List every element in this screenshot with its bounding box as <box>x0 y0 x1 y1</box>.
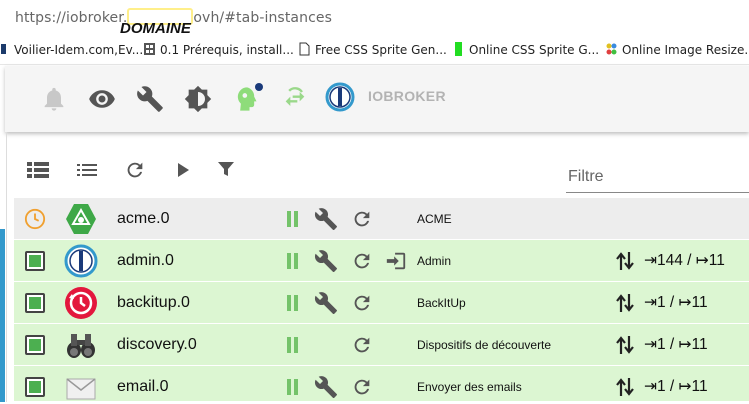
url-prefix: https://iobroker. <box>15 10 128 26</box>
events-arrows-icon <box>616 336 634 354</box>
bookmark-label: Free CSS Sprite Gen... <box>315 43 447 57</box>
bookmark-label: 0.1 Prérequis, install... <box>160 43 294 57</box>
backitup-adapter-icon <box>65 287 97 319</box>
pause-button[interactable] <box>286 211 299 227</box>
instance-name: acme.0 <box>117 210 170 227</box>
bookmark-online-css-sprite[interactable]: Online CSS Sprite G... <box>453 42 599 57</box>
events-arrows-icon <box>616 252 634 270</box>
compact-list-icon[interactable] <box>77 160 97 180</box>
events-arrows-icon <box>616 294 634 312</box>
instance-row-backitup[interactable]: backitup.0 BackItUp ⇥1 / ↦11 <box>14 282 749 324</box>
instance-status-checkbox[interactable] <box>25 251 45 271</box>
pause-button[interactable] <box>286 295 299 311</box>
restart-icon[interactable] <box>351 208 373 230</box>
bookmark-free-css-sprite[interactable]: Free CSS Sprite Gen... <box>299 42 447 57</box>
globe-icon <box>1 44 6 54</box>
settings-wrench-icon[interactable] <box>314 291 338 315</box>
instance-events: ⇥1 / ↦11 <box>644 378 708 395</box>
swap-icon[interactable] <box>281 85 309 113</box>
eye-icon[interactable] <box>88 85 116 113</box>
play-icon[interactable] <box>173 160 193 180</box>
restart-icon[interactable] <box>351 376 373 398</box>
url-suffix: ovh/#tab-instances <box>193 10 332 26</box>
instance-status-checkbox[interactable] <box>25 377 45 397</box>
app-toolbar: IOBROKER <box>5 66 749 132</box>
bookmark-label: Voilier-Idem.com,Ev... <box>14 43 144 57</box>
instance-title: BackItUp <box>417 296 466 310</box>
sidebar-divider <box>6 132 7 402</box>
clock-icon[interactable] <box>24 208 46 230</box>
restart-icon[interactable] <box>351 334 373 356</box>
pause-button[interactable] <box>286 253 299 269</box>
instance-name: discovery.0 <box>117 336 197 353</box>
instance-row-admin[interactable]: admin.0 Admin ⇥144 / ↦11 <box>14 240 749 282</box>
settings-wrench-icon[interactable] <box>314 249 338 273</box>
instance-name: backitup.0 <box>117 294 190 311</box>
green-bar-icon <box>455 42 462 56</box>
filter-icon[interactable] <box>216 159 236 179</box>
filter-input[interactable]: Filtre <box>568 168 604 186</box>
notification-dot <box>255 83 263 91</box>
admin-adapter-icon <box>64 244 98 278</box>
address-bar[interactable]: https://iobroker. ovh/#tab-instances DOMA… <box>0 0 749 37</box>
bell-icon[interactable] <box>40 85 68 113</box>
instance-events: ⇥1 / ↦11 <box>644 294 708 311</box>
settings-wrench-icon[interactable] <box>314 375 338 399</box>
bookmark-label: Online CSS Sprite G... <box>469 43 600 57</box>
instance-title: ACME <box>417 212 452 226</box>
instance-status-checkbox[interactable] <box>25 293 45 313</box>
instance-name: email.0 <box>117 378 169 395</box>
document-icon <box>299 42 310 56</box>
wrench-icon[interactable] <box>136 85 164 113</box>
bookmarks-bar: Voilier-Idem.com,Ev... 0.1 Prérequis, in… <box>0 34 749 65</box>
instance-row-acme[interactable]: acme.0 ACME <box>14 198 749 240</box>
bookmark-label: Online Image Resize... <box>622 43 749 57</box>
instance-title: Admin <box>417 254 452 268</box>
bookmark-prerequis[interactable]: 0.1 Prérequis, install... <box>144 42 294 57</box>
bookmark-image-resizer[interactable]: Online Image Resize... <box>606 42 749 57</box>
binoculars-icon <box>67 334 95 358</box>
instance-row-email[interactable]: email.0 Envoyer des emails ⇥1 / ↦11 <box>14 366 749 402</box>
instance-row-discovery[interactable]: discovery.0 Dispositifs de découverte ⇥1… <box>14 324 749 366</box>
envelope-icon <box>66 378 96 400</box>
instance-name: admin.0 <box>117 252 174 269</box>
instance-title: Dispositifs de découverte <box>417 338 552 352</box>
instance-title: Envoyer des emails <box>417 380 522 394</box>
restart-icon[interactable] <box>351 292 373 314</box>
iobroker-logo-icon[interactable] <box>325 82 355 112</box>
instance-events: ⇥144 / ↦11 <box>644 252 725 269</box>
settings-wrench-icon[interactable] <box>314 207 338 231</box>
brightness-icon[interactable] <box>184 85 212 113</box>
sidebar-accent <box>0 229 5 402</box>
pause-button[interactable] <box>286 379 299 395</box>
open-web-icon[interactable] <box>385 250 407 272</box>
bookmark-voilier[interactable]: Voilier-Idem.com,Ev... <box>0 42 143 57</box>
pause-button[interactable] <box>286 337 299 353</box>
events-arrows-icon <box>616 378 634 396</box>
page-icon <box>144 43 155 55</box>
app-brand: IOBROKER <box>368 88 446 104</box>
list-view-icon[interactable] <box>27 160 49 180</box>
instance-events: ⇥1 / ↦11 <box>644 336 708 353</box>
filter-underline <box>566 192 749 193</box>
acme-adapter-icon <box>66 204 96 234</box>
colorful-icon <box>606 43 617 55</box>
restart-icon[interactable] <box>351 250 373 272</box>
refresh-icon[interactable] <box>124 159 146 181</box>
instance-status-checkbox[interactable] <box>25 335 45 355</box>
